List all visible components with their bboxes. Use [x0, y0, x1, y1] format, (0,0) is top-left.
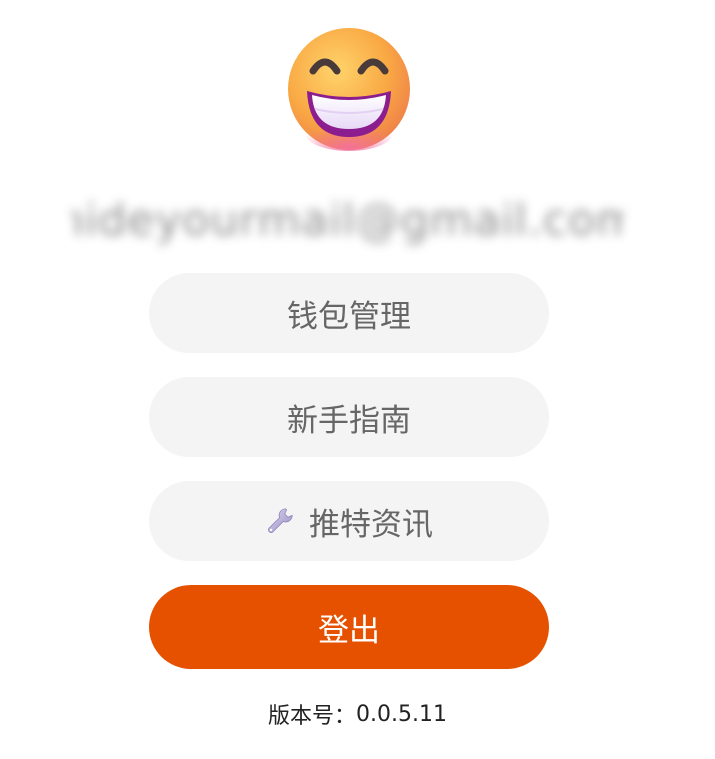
version-info: 版本号： 0.0.5.11: [0, 696, 715, 732]
version-value: 0.0.5.11: [356, 701, 447, 727]
version-label: 版本号：: [268, 704, 357, 729]
beginner-guide-button[interactable]: 新手指南: [149, 377, 549, 457]
user-email-text: hideyourmail@gmail.com: [72, 194, 624, 246]
avatar-emoji-icon: [288, 28, 410, 151]
beginner-guide-label: 新手指南: [287, 402, 411, 439]
logout-button[interactable]: 登出: [149, 585, 549, 669]
twitter-news-button[interactable]: 推特资讯: [149, 481, 549, 561]
wallet-management-button[interactable]: 钱包管理: [149, 273, 549, 353]
wallet-management-label: 钱包管理: [287, 298, 411, 335]
logout-label: 登出: [318, 612, 380, 649]
wrench-icon: [268, 508, 293, 533]
twitter-news-label: 推特资讯: [309, 506, 433, 543]
user-email: hideyourmail@gmail.com: [72, 192, 624, 248]
